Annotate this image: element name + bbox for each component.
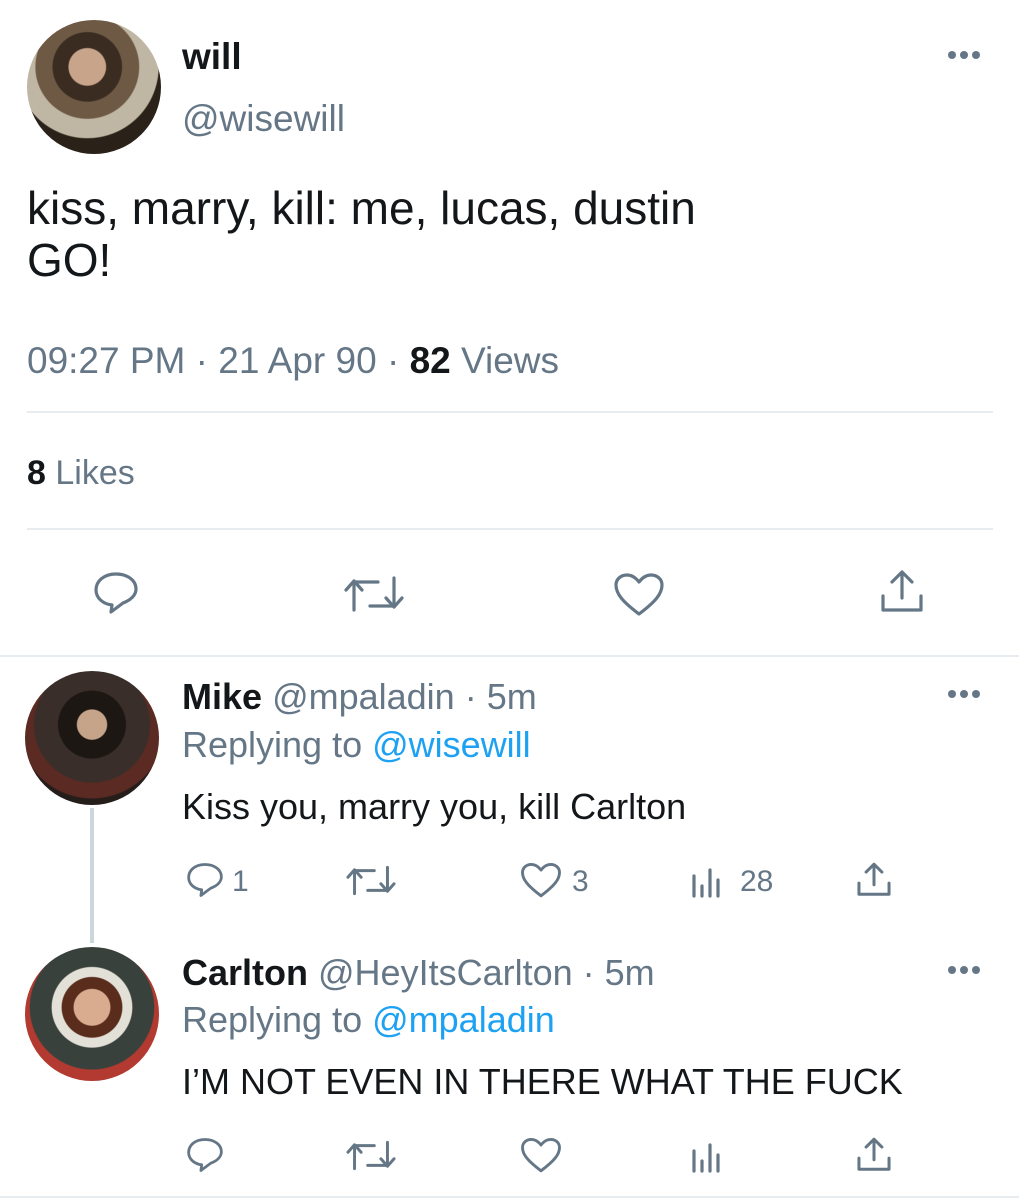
views-count: 82 bbox=[409, 340, 451, 381]
reply-icon[interactable] bbox=[186, 862, 224, 898]
reply-author-name[interactable]: Carlton bbox=[182, 952, 308, 993]
share-icon[interactable] bbox=[878, 568, 926, 616]
replying-to-label: Replying to bbox=[182, 999, 363, 1040]
views-icon[interactable] bbox=[690, 866, 724, 898]
divider bbox=[27, 528, 993, 530]
replying-to-link[interactable]: @mpaladin bbox=[372, 999, 555, 1040]
reply-text: I’M NOT EVEN IN THERE WHAT THE FUCK bbox=[182, 1061, 903, 1102]
separator: · bbox=[195, 340, 208, 381]
divider bbox=[0, 1196, 1019, 1198]
avatar[interactable] bbox=[25, 947, 159, 1081]
reply-count: 1 bbox=[232, 865, 249, 898]
more-icon[interactable] bbox=[947, 689, 981, 699]
tweet-date[interactable]: 21 Apr 90 bbox=[218, 340, 376, 381]
avatar[interactable] bbox=[27, 20, 161, 154]
reply-author-name[interactable]: Mike bbox=[182, 676, 262, 717]
tweet-text-line: kiss, marry, kill: me, lucas, dustin bbox=[27, 182, 696, 234]
more-icon[interactable] bbox=[947, 965, 981, 975]
reply-age: · 5m bbox=[464, 676, 537, 717]
reply-icon[interactable] bbox=[186, 1137, 224, 1173]
reply-author-handle[interactable]: @HeyItsCarlton bbox=[318, 952, 573, 993]
tweet-time[interactable]: 09:27 PM bbox=[27, 340, 185, 381]
retweet-icon[interactable] bbox=[340, 574, 408, 614]
divider bbox=[0, 655, 1019, 657]
author-name[interactable]: will bbox=[182, 36, 242, 78]
reply-header: Carlton @HeyItsCarlton · 5m bbox=[182, 952, 655, 994]
divider bbox=[27, 411, 993, 413]
share-icon[interactable] bbox=[855, 861, 893, 899]
like-icon[interactable] bbox=[520, 1137, 562, 1174]
view-count: 28 bbox=[740, 865, 774, 898]
tweet-meta: 09:27 PM · 21 Apr 90 · 82 Views bbox=[27, 340, 559, 382]
like-icon[interactable] bbox=[613, 572, 665, 618]
retweet-icon[interactable] bbox=[343, 1139, 399, 1172]
reply-author-handle[interactable]: @mpaladin bbox=[272, 676, 455, 717]
replying-to: Replying to @mpaladin bbox=[182, 999, 555, 1041]
share-icon[interactable] bbox=[855, 1136, 893, 1174]
likes-label: Likes bbox=[55, 454, 135, 492]
tweet-text-line: GO! bbox=[27, 234, 112, 286]
thread-line bbox=[90, 808, 94, 943]
like-icon[interactable] bbox=[520, 862, 562, 899]
replying-to-link[interactable]: @wisewill bbox=[372, 724, 531, 765]
retweet-icon[interactable] bbox=[343, 864, 399, 897]
reply-age: · 5m bbox=[582, 952, 655, 993]
author-handle[interactable]: @wisewill bbox=[182, 98, 345, 140]
avatar[interactable] bbox=[25, 671, 159, 805]
tweet-text: kiss, marry, kill: me, lucas, dustin GO! bbox=[27, 182, 987, 286]
reply-header: Mike @mpaladin · 5m bbox=[182, 676, 537, 718]
more-icon[interactable] bbox=[947, 50, 981, 60]
reply-text: Kiss you, marry you, kill Carlton bbox=[182, 786, 687, 827]
like-count: 3 bbox=[572, 865, 589, 898]
separator: · bbox=[386, 340, 400, 381]
views-label: Views bbox=[461, 340, 560, 381]
likes-count: 8 bbox=[27, 454, 46, 492]
replying-to: Replying to @wisewill bbox=[182, 724, 531, 766]
replying-to-label: Replying to bbox=[182, 724, 363, 765]
likes-summary[interactable]: 8 Likes bbox=[27, 454, 135, 493]
reply-icon[interactable] bbox=[93, 571, 139, 615]
views-icon[interactable] bbox=[690, 1141, 724, 1173]
